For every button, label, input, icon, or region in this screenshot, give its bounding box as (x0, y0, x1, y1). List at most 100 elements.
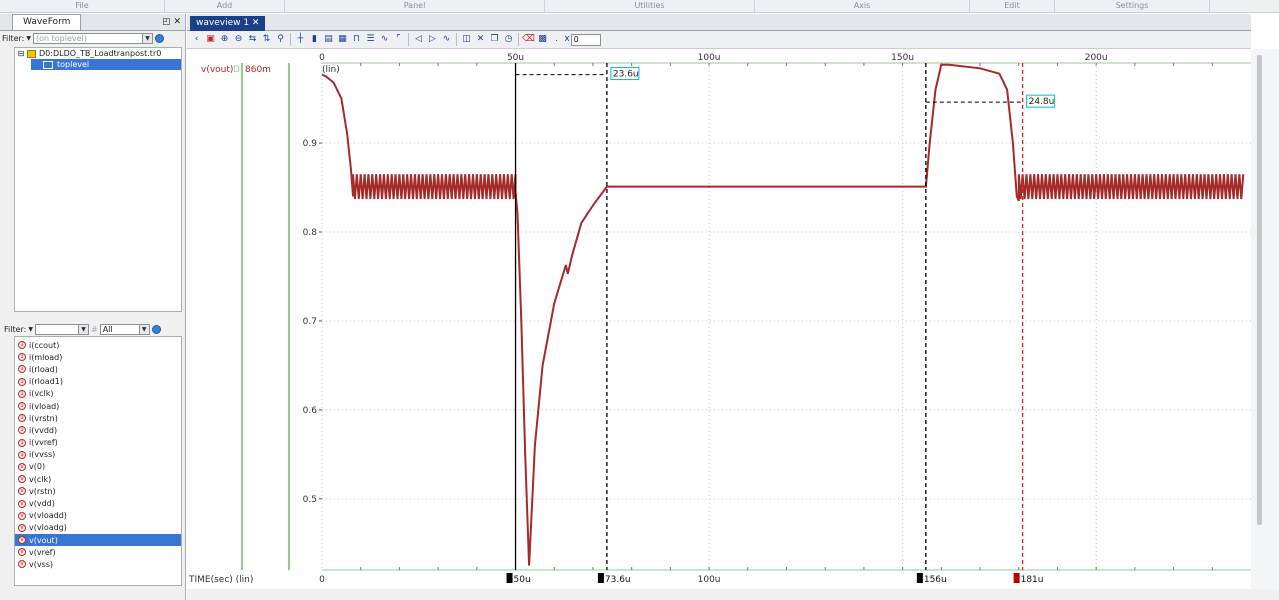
signal-filter-input[interactable]: ▼ (35, 324, 89, 335)
cursor-handle[interactable] (1013, 573, 1020, 583)
chevron-down-icon[interactable]: ▼ (142, 34, 152, 43)
signal-item[interactable]: v v(0) (15, 461, 181, 473)
bus-icon[interactable]: ☰ (364, 33, 377, 46)
prev-edge-icon[interactable]: ◁ (412, 33, 425, 46)
folder-lock-icon (27, 49, 36, 58)
hierarchy-filter-input[interactable]: (on toplevel) ▼ (33, 33, 153, 44)
signal-filter-row: Filter: ▼ ▼ # All ▼ (2, 322, 184, 337)
chevron-down-icon[interactable]: ▼ (78, 325, 88, 334)
menu-item-axis[interactable]: Axis (755, 0, 970, 12)
filter-apply-icon[interactable] (155, 34, 164, 43)
signal-item[interactable]: v v(vref) (15, 546, 181, 558)
digital-icon[interactable]: ⌜ (392, 33, 405, 46)
signal-item[interactable]: ↓ i(vload) (15, 400, 181, 412)
cursor-handle[interactable] (597, 573, 604, 583)
current-signal-icon: ↓ (18, 377, 26, 386)
cursor-icon[interactable]: ┼ (294, 33, 307, 46)
next-edge-icon[interactable]: ▷ (426, 33, 439, 46)
signal-item[interactable]: v v(vloadg) (15, 522, 181, 534)
signal-item[interactable]: v v(vss) (15, 558, 181, 570)
x-tick-label-bottom: 0 (319, 575, 325, 585)
signal-item[interactable]: ↓ i(ccout) (15, 339, 181, 351)
collapse-icon[interactable]: ⊟ (15, 49, 27, 58)
signal-label[interactable]: v(vout) (201, 65, 233, 75)
cursor-label[interactable]: 73.6u (605, 575, 631, 585)
scale-label: (lin) (322, 65, 340, 75)
signal-type-select[interactable]: All ▼ (99, 324, 150, 335)
filter2-chevron-down-icon[interactable]: ▼ (28, 326, 33, 333)
zoom-out-icon[interactable]: ⊖ (232, 33, 245, 46)
export-icon[interactable]: ◷ (502, 33, 515, 46)
grid-icon[interactable]: ▦ (336, 33, 349, 46)
bars-icon[interactable]: ▮ (308, 33, 321, 46)
current-signal-icon: ↓ (18, 450, 26, 459)
filter-row: Filter: ▼ (on toplevel) ▼ (0, 31, 185, 46)
waveview-tab-row: waveview 1 ✕ (187, 14, 1251, 31)
zoom-y-icon[interactable]: ⇅ (260, 33, 273, 46)
waveform-plot[interactable]: v(vout) D 860m (lin) 0.5 0.6 0.7 0.8 0.9 0 0 50u 100… (187, 49, 1251, 589)
scrollbar-thumb[interactable] (1257, 55, 1262, 525)
delete-icon[interactable]: ✕ (474, 33, 487, 46)
measure-label[interactable]: 24.8u (1029, 97, 1055, 107)
signal-name: v(vloadd) (29, 511, 67, 521)
tab-waveform[interactable]: WaveForm (12, 14, 82, 30)
tree-item-dataset[interactable]: ⊟ D0:DLDO_TB_Loadtranpost.tr0 (15, 48, 181, 59)
cursor-label[interactable]: 50u (514, 575, 531, 585)
menu-item-edit[interactable]: Edit (970, 0, 1055, 12)
signal-item[interactable]: ↓ i(mload) (15, 351, 181, 363)
signal-list: ↓ i(ccout) ↓ i(mload) ↓ i(rload) ↓ i(rload1) ↓ i(… (14, 336, 182, 586)
signal-item[interactable]: v v(rstn) (15, 485, 181, 497)
signal-item[interactable]: ↓ i(rload1) (15, 376, 181, 388)
signal-item[interactable]: ↓ i(vvss) (15, 449, 181, 461)
signal-name: i(rload) (29, 364, 58, 374)
signal-item[interactable]: ↓ i(vrstn) (15, 412, 181, 424)
voltage-signal-icon: v (18, 475, 26, 484)
chevron-down-icon[interactable]: ▼ (138, 325, 149, 334)
signal-item[interactable]: ↓ i(vvdd) (15, 424, 181, 436)
eraser-icon[interactable]: ⌫ (522, 33, 535, 46)
signal-item[interactable]: ↓ i(vclk) (15, 388, 181, 400)
zoom-fit-icon[interactable]: ▣ (204, 33, 217, 46)
vertical-scrollbar[interactable] (1251, 49, 1279, 589)
signal-item[interactable]: v v(clk) (15, 473, 181, 485)
filter-chevron-down-icon[interactable]: ▼ (26, 35, 31, 42)
cursor-handle[interactable] (916, 573, 923, 583)
cursor-label[interactable]: 181u (1021, 575, 1044, 585)
zoom-x-icon[interactable]: ⇆ (246, 33, 259, 46)
scroll-left-icon[interactable]: ‹ (190, 33, 203, 46)
signal-item[interactable]: ↓ i(rload) (15, 363, 181, 375)
menu-item-file[interactable]: File (0, 0, 165, 12)
panel-icon[interactable]: ◫ (460, 33, 473, 46)
cursor-handle[interactable] (506, 573, 513, 583)
tab-waveview-1[interactable]: waveview 1 ✕ (190, 16, 266, 31)
filter2-apply-icon[interactable] (151, 325, 161, 334)
x-position-input[interactable] (571, 33, 601, 46)
fit-icon[interactable]: ▩ (536, 33, 549, 46)
menu-item-panel[interactable]: Panel (285, 0, 545, 12)
copy-icon[interactable]: ❐ (488, 33, 501, 46)
tree-item-label: toplevel (57, 60, 90, 69)
measure-icon[interactable]: ▤ (322, 33, 335, 46)
cursor-label[interactable]: 156u (924, 575, 947, 585)
signal-item[interactable]: v v(vloadd) (15, 510, 181, 522)
waveform-svg[interactable]: v(vout) D 860m (lin) 0.5 0.6 0.7 0.8 0.9 0 0 50u 100… (187, 49, 1251, 589)
panel-controls[interactable]: ◰ ✕ (162, 15, 185, 30)
pulse-icon[interactable]: ⊓ (350, 33, 363, 46)
menu-item-utilities[interactable]: Utilities (545, 0, 755, 12)
x-tick-label-bottom: 100u (698, 575, 721, 585)
measure-label[interactable]: 23.6u (613, 70, 639, 80)
wave-icon[interactable]: ∿ (378, 33, 391, 46)
filter-label[interactable]: Filter: (2, 34, 24, 43)
menu-item-settings[interactable]: Settings (1055, 0, 1210, 12)
horizontal-scrollbar[interactable] (187, 589, 1279, 600)
signal-item[interactable]: ↓ i(vvref) (15, 437, 181, 449)
signal-item[interactable]: v v(vout) (15, 534, 181, 547)
signal-name: v(0) (29, 462, 46, 472)
zoom-in-icon[interactable]: ⊕ (218, 33, 231, 46)
signal-item[interactable]: v v(vdd) (15, 497, 181, 509)
edge-search-icon[interactable]: ∿ (440, 33, 453, 46)
zoom-region-icon[interactable]: ⚲ (274, 33, 287, 46)
vout-trace[interactable] (321, 63, 1245, 566)
menu-item-add[interactable]: Add (165, 0, 285, 12)
tree-item-toplevel[interactable]: toplevel (31, 59, 181, 70)
